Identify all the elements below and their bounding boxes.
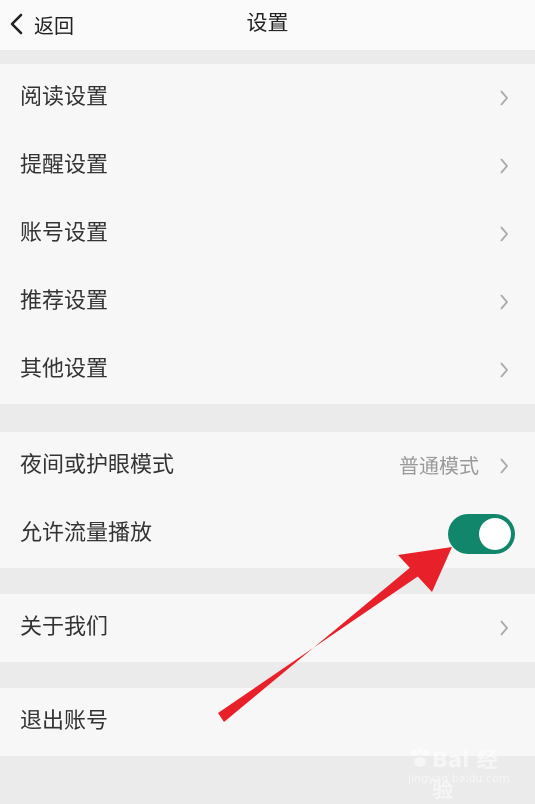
- row-label: 阅读设置: [20, 85, 109, 110]
- data-playback-toggle[interactable]: [448, 514, 515, 554]
- row-label: 账号设置: [20, 221, 109, 246]
- row-value: 普通模式: [399, 454, 479, 478]
- row-recommend-settings[interactable]: 推荐设置: [0, 268, 535, 336]
- chevron-right-icon: [500, 620, 509, 636]
- row-account-settings[interactable]: 账号设置: [0, 200, 535, 268]
- row-night-mode[interactable]: 夜间或护眼模式 普通模式: [0, 432, 535, 500]
- row-label: 夜间或护眼模式: [20, 453, 175, 478]
- chevron-right-icon: [500, 294, 509, 310]
- chevron-right-icon: [500, 226, 509, 242]
- chevron-right-icon: [500, 458, 509, 474]
- row-reminder-settings[interactable]: 提醒设置: [0, 132, 535, 200]
- row-label: 关于我们: [20, 615, 109, 640]
- nav-bar: 返回 设置: [0, 0, 535, 50]
- page-title: 设置: [246, 11, 289, 35]
- row-label: 其他设置: [20, 357, 109, 382]
- chevron-right-icon: [500, 362, 509, 378]
- chevron-right-icon: [500, 90, 509, 106]
- chevron-right-icon: [500, 158, 509, 174]
- settings-group-display: 夜间或护眼模式 普通模式 允许流量播放: [0, 432, 535, 568]
- row-label: 推荐设置: [20, 289, 109, 314]
- settings-group-about: 关于我们: [0, 594, 535, 662]
- row-reading-settings[interactable]: 阅读设置: [0, 64, 535, 132]
- row-label: 退出账号: [20, 709, 109, 734]
- row-allow-data-playback: 允许流量播放: [0, 500, 535, 568]
- watermark-sub: jingyan.baidu.com: [408, 772, 510, 785]
- settings-group-main: 阅读设置 提醒设置 账号设置 推荐设置 其他设置: [0, 64, 535, 404]
- paw-icon: [411, 747, 429, 767]
- row-label: 允许流量播放: [20, 521, 153, 546]
- row-other-settings[interactable]: 其他设置: [0, 336, 535, 404]
- toggle-knob: [479, 518, 511, 550]
- row-label: 提醒设置: [20, 153, 109, 178]
- watermark-logo: Bai 经验 jingyan.baidu.com: [408, 742, 518, 802]
- row-about-us[interactable]: 关于我们: [0, 594, 535, 662]
